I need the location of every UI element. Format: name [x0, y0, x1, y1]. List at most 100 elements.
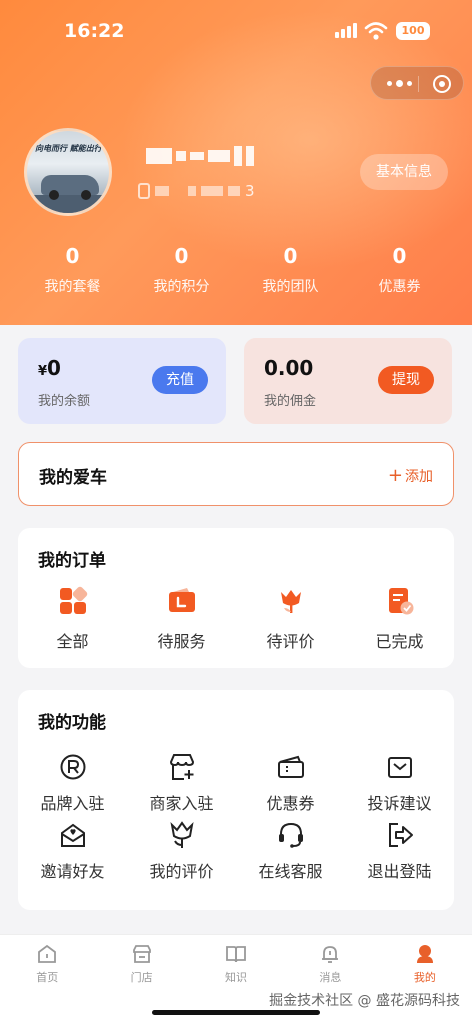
- logout-icon: [388, 823, 413, 847]
- checked-document-icon: [388, 588, 413, 615]
- tulip-outline-icon: [169, 821, 194, 848]
- status-time: 16:22: [64, 20, 125, 42]
- logout-label: 退出登陆: [367, 862, 432, 881]
- mail-heart-icon: [60, 823, 85, 847]
- tab-messages[interactable]: 消息: [283, 943, 377, 985]
- tulip-icon: [280, 590, 301, 613]
- functions-card: 我的功能 品牌入驻 商家入驻 优惠券 投诉建议 邀请好友 我的评价 在线客服 退…: [18, 690, 454, 910]
- order-pending-review[interactable]: 待评价: [236, 586, 345, 652]
- tab-home[interactable]: 首页: [0, 943, 94, 985]
- online-service[interactable]: 在线客服: [236, 820, 345, 882]
- tab-knowledge-label: 知识: [225, 971, 248, 984]
- commission-label: 我的佣金: [264, 394, 317, 409]
- avatar-ground: [27, 195, 109, 213]
- my-reviews-label: 我的评价: [149, 862, 214, 881]
- phone-tail: 3: [245, 182, 255, 200]
- miniprogram-capsule[interactable]: [370, 66, 464, 100]
- wallet-icon: [168, 588, 195, 612]
- complaint-suggestion-label: 投诉建议: [367, 794, 432, 813]
- order-completed[interactable]: 已完成: [345, 586, 454, 652]
- tab-store-label: 门店: [130, 971, 153, 984]
- coupon[interactable]: 优惠券: [236, 752, 345, 814]
- tab-knowledge[interactable]: 知识: [189, 943, 283, 985]
- commission-card[interactable]: 0.00 我的佣金 提现: [244, 338, 452, 424]
- add-car-label: 添加: [405, 469, 433, 485]
- orders-card: 我的订单 全部 待服务 待评价 已完成: [18, 528, 454, 668]
- battery-icon: 100: [396, 22, 430, 40]
- balance-value: 0: [47, 356, 61, 380]
- person-icon: [416, 945, 433, 963]
- my-car-title: 我的爱车: [39, 468, 107, 488]
- my-reviews[interactable]: 我的评价: [127, 820, 236, 882]
- brand-join[interactable]: 品牌入驻: [18, 752, 127, 814]
- stat-value: 0: [283, 244, 298, 268]
- orders-title: 我的订单: [38, 551, 106, 571]
- tab-mine-label: 我的: [413, 971, 436, 984]
- store-add-icon: [169, 754, 194, 780]
- currency-symbol: ¥: [38, 364, 48, 379]
- book-icon: [226, 946, 246, 963]
- stat-label: 我的团队: [262, 279, 319, 295]
- functions-row: 品牌入驻 商家入驻 优惠券 投诉建议: [18, 752, 454, 814]
- stat-coupons[interactable]: 0 优惠券: [345, 244, 454, 296]
- stat-value: 0: [392, 244, 407, 268]
- invite-friends-label: 邀请好友: [40, 862, 105, 881]
- stats-row: 0 我的套餐 0 我的积分 0 我的团队 0 优惠券: [18, 244, 454, 296]
- stat-value: 0: [174, 244, 189, 268]
- stat-team[interactable]: 0 我的团队: [236, 244, 345, 296]
- order-all[interactable]: 全部: [18, 586, 127, 652]
- stat-label: 我的套餐: [44, 279, 101, 295]
- wifi-icon: [364, 22, 388, 40]
- invite-friends[interactable]: 邀请好友: [18, 820, 127, 882]
- order-pending-review-label: 待评价: [266, 632, 315, 651]
- tab-home-label: 首页: [36, 971, 59, 984]
- logout[interactable]: 退出登陆: [345, 820, 454, 882]
- car-image: [41, 175, 99, 200]
- more-icon[interactable]: [387, 80, 412, 87]
- stat-points[interactable]: 0 我的积分: [127, 244, 236, 296]
- recharge-button[interactable]: 充值: [152, 366, 208, 394]
- tab-store[interactable]: 门店: [94, 943, 188, 985]
- close-miniprogram-icon[interactable]: [433, 75, 451, 93]
- merchant-join[interactable]: 商家入驻: [127, 752, 236, 814]
- add-car-button[interactable]: + 添加: [388, 465, 433, 486]
- online-service-label: 在线客服: [258, 862, 323, 881]
- home-indicator: [152, 1010, 320, 1015]
- balance-amount: ¥0: [38, 356, 61, 380]
- my-car-card[interactable]: 我的爱车 + 添加: [18, 442, 454, 506]
- avatar-slogan: 向电而行 赋能出行: [35, 144, 102, 153]
- order-pending-service-label: 待服务: [157, 632, 206, 651]
- plus-icon: +: [387, 465, 403, 486]
- phone-redacted: 3: [138, 182, 255, 200]
- functions-title: 我的功能: [38, 713, 106, 733]
- cellular-signal-icon: [335, 23, 357, 38]
- bell-icon: [322, 946, 339, 963]
- balance-card[interactable]: ¥0 我的余额 充值: [18, 338, 226, 424]
- avatar[interactable]: 向电而行 赋能出行: [24, 128, 112, 216]
- phone-icon: [138, 183, 150, 199]
- order-completed-label: 已完成: [375, 632, 424, 651]
- store-icon: [132, 945, 151, 963]
- stat-value: 0: [65, 244, 80, 268]
- stat-label: 我的积分: [153, 279, 210, 295]
- balance-label: 我的余额: [38, 394, 91, 409]
- merchant-join-label: 商家入驻: [149, 794, 214, 813]
- commission-amount: 0.00: [264, 356, 314, 380]
- complaint-suggestion[interactable]: 投诉建议: [345, 752, 454, 814]
- tab-mine[interactable]: 我的: [378, 943, 472, 985]
- home-icon: [38, 944, 57, 963]
- stat-label: 优惠券: [378, 279, 421, 295]
- orders-grid: 全部 待服务 待评价 已完成: [18, 586, 454, 652]
- brand-join-label: 品牌入驻: [40, 794, 105, 813]
- status-bar: 16:22 100: [0, 0, 472, 64]
- capsule-divider: [418, 76, 419, 92]
- grid-icon: [59, 586, 87, 614]
- headset-icon: [278, 822, 303, 848]
- profile-header: 16:22 100 向电而行 赋能出行 3 基本信息 0 我的套餐 0 我的积分…: [0, 0, 472, 325]
- order-pending-service[interactable]: 待服务: [127, 586, 236, 652]
- stat-packages[interactable]: 0 我的套餐: [18, 244, 127, 296]
- coupon-icon: [277, 755, 304, 778]
- basic-info-button[interactable]: 基本信息: [360, 154, 448, 190]
- withdraw-button[interactable]: 提现: [378, 366, 434, 394]
- functions-row: 邀请好友 我的评价 在线客服 退出登陆: [18, 820, 454, 882]
